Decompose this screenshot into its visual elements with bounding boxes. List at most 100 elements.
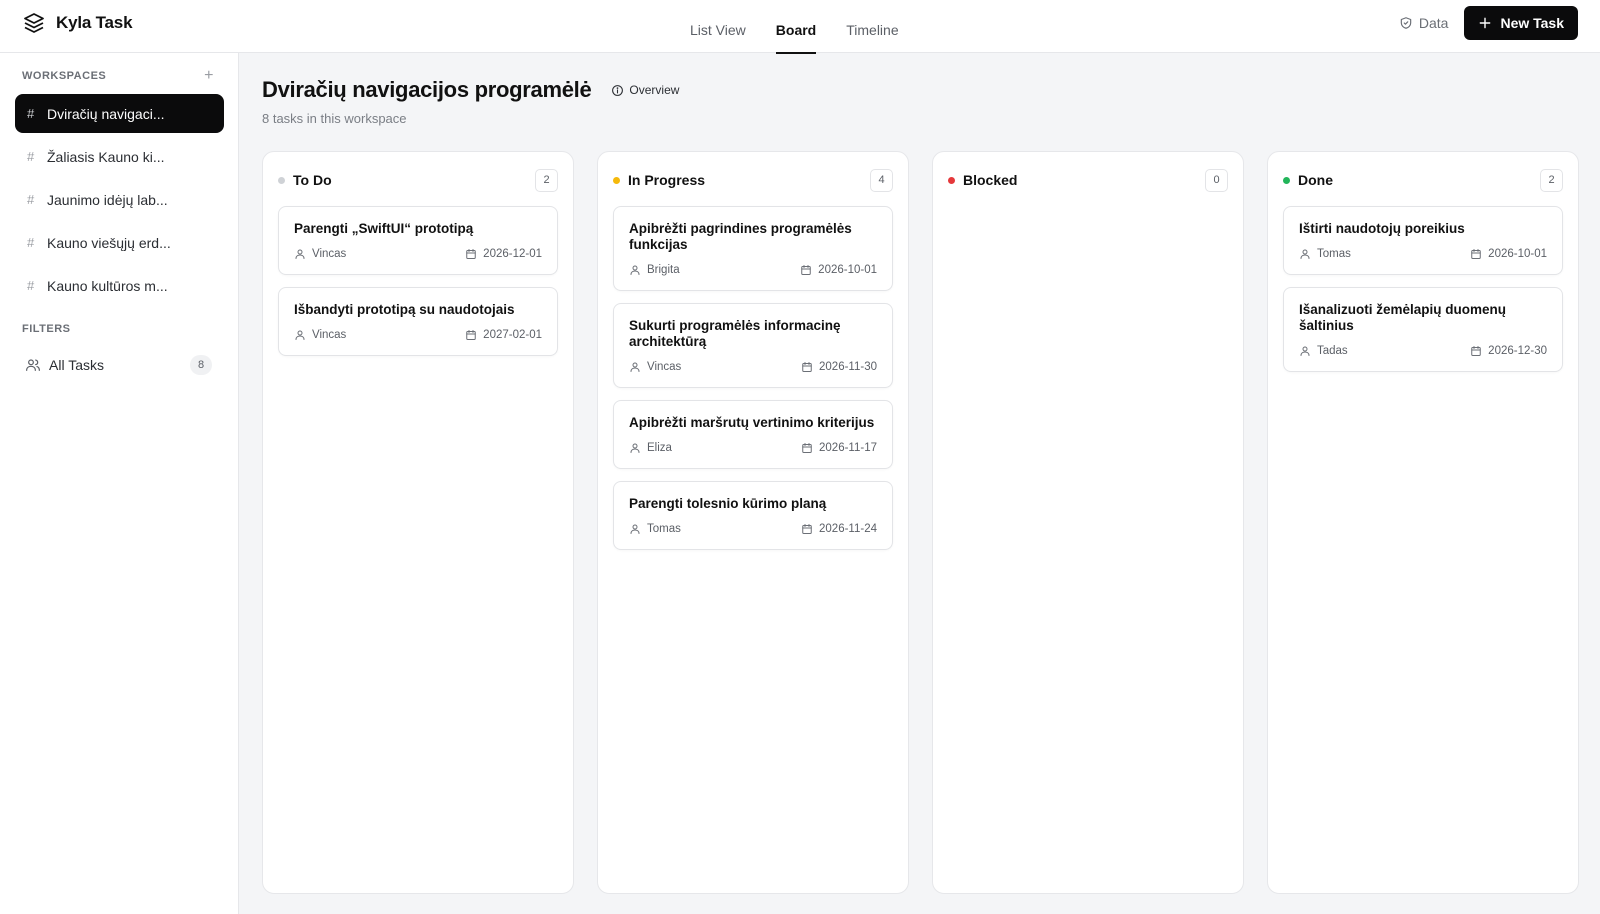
- hash-icon: #: [27, 149, 35, 164]
- user-icon: [630, 524, 640, 534]
- task-assignee: Tomas: [629, 523, 681, 535]
- task-due-date: 2027-02-01: [465, 329, 542, 341]
- sidebar-item-workspace-3[interactable]: # Jaunimo idėjų lab...: [15, 180, 224, 219]
- add-workspace-icon[interactable]: +: [204, 68, 214, 84]
- due-date-value: 2026-12-30: [1488, 345, 1547, 357]
- column-to-do: To Do 2 Parengti „SwiftUI“ prototipą Vincas…: [262, 151, 574, 894]
- due-date-value: 2026-12-01: [483, 248, 542, 260]
- column-blocked: Blocked 0: [932, 151, 1244, 894]
- task-card[interactable]: Išanalizuoti žemėlapių duomenų šaltinius…: [1283, 287, 1563, 372]
- tab-board[interactable]: Board: [775, 0, 817, 54]
- task-due-date: 2026-11-24: [801, 523, 877, 535]
- workspaces-header: WORKSPACES +: [22, 68, 214, 84]
- column-in-progress: In Progress 4 Apibrėžti pagrindines progra…: [597, 151, 909, 894]
- workspace-label: Žaliasis Kauno ki...: [47, 148, 165, 165]
- sidebar-item-workspace-4[interactable]: # Kauno viešųjų erd...: [15, 223, 224, 262]
- task-assignee: Tadas: [1299, 345, 1348, 357]
- task-meta: Vincas 2027-02-01: [294, 329, 542, 341]
- task-due-date: 2026-12-30: [1470, 345, 1547, 357]
- sidebar-item-workspace-5[interactable]: # Kauno kultūros m...: [15, 266, 224, 305]
- calendar-icon: [466, 330, 476, 340]
- task-assignee: Tomas: [1299, 248, 1351, 260]
- column-title: Done: [1298, 172, 1333, 188]
- due-date-value: 2026-10-01: [1488, 248, 1547, 260]
- task-card[interactable]: Parengti tolesnio kūrimo planą Tomas 2026-…: [613, 481, 893, 550]
- task-meta: Brigita 2026-10-01: [629, 264, 877, 276]
- filter-all-tasks[interactable]: All Tasks 8: [15, 350, 224, 380]
- filters-header: FILTERS: [22, 323, 214, 335]
- assignee-name: Tomas: [647, 523, 681, 535]
- tab-list-view[interactable]: List View: [690, 0, 746, 53]
- column-header: In Progress 4: [613, 168, 893, 192]
- task-card[interactable]: Išbandyti prototipą su naudotojais Vincas…: [278, 287, 558, 356]
- task-assignee: Brigita: [629, 264, 680, 276]
- hash-icon: #: [27, 106, 35, 121]
- calendar-icon: [1471, 346, 1481, 356]
- kanban-board: To Do 2 Parengti „SwiftUI“ prototipą Vincas…: [262, 151, 1579, 894]
- view-tabs: List View Board Timeline: [690, 0, 899, 54]
- task-due-date: 2026-12-01: [465, 248, 542, 260]
- task-card[interactable]: Parengti „SwiftUI“ prototipą Vincas 2026-1…: [278, 206, 558, 275]
- sidebar-item-workspace-1[interactable]: # Dviračių navigaci...: [15, 94, 224, 133]
- hash-icon: #: [27, 278, 35, 293]
- calendar-icon: [801, 265, 811, 275]
- workspace-list: # Dviračių navigaci... # Žaliasis Kauno …: [15, 94, 224, 309]
- plus-icon: [1480, 17, 1491, 29]
- task-title: Parengti tolesnio kūrimo planą: [629, 496, 827, 511]
- data-button[interactable]: Data: [1399, 15, 1449, 31]
- title-row: Dviračių navigacijos programėlė Overview: [262, 77, 679, 103]
- header-actions: Data New Task: [1399, 6, 1578, 40]
- task-due-date: 2026-10-01: [1470, 248, 1547, 260]
- filter-count-badge: 8: [190, 355, 212, 375]
- overview-button[interactable]: Overview: [611, 83, 679, 97]
- workspace-label: Kauno viešųjų erd...: [47, 234, 171, 251]
- calendar-icon: [802, 362, 812, 372]
- assignee-name: Vincas: [312, 329, 347, 341]
- user-icon: [295, 330, 305, 340]
- workspace-label: Kauno kultūros m...: [47, 277, 168, 294]
- hash-icon: #: [27, 235, 35, 250]
- task-card[interactable]: Apibrėžti maršrutų vertinimo kriterijus E…: [613, 400, 893, 469]
- column-count-badge: 2: [1540, 168, 1563, 192]
- due-date-value: 2027-02-01: [483, 329, 542, 341]
- data-button-label: Data: [1418, 15, 1449, 31]
- filter-label: All Tasks: [49, 357, 104, 373]
- calendar-icon: [802, 443, 812, 453]
- user-icon: [630, 362, 640, 372]
- column-count-badge: 0: [1205, 168, 1228, 192]
- sidebar-item-workspace-2[interactable]: # Žaliasis Kauno ki...: [15, 137, 224, 176]
- task-title: Apibrėžti pagrindines programėlės funkci…: [629, 221, 852, 252]
- task-card[interactable]: Ištirti naudotojų poreikius Tomas 2026-10-…: [1283, 206, 1563, 275]
- assignee-name: Eliza: [647, 442, 672, 454]
- main-content: Dviračių navigacijos programėlė Overview…: [239, 53, 1600, 914]
- task-due-date: 2026-11-17: [801, 442, 877, 454]
- workspaces-heading: WORKSPACES: [22, 70, 107, 82]
- new-task-button[interactable]: New Task: [1464, 6, 1578, 40]
- new-task-label: New Task: [1500, 15, 1564, 31]
- column-title: To Do: [293, 172, 332, 188]
- task-meta: Tomas 2026-11-24: [629, 523, 877, 535]
- task-meta: Tadas 2026-12-30: [1299, 345, 1547, 357]
- column-title: Blocked: [963, 172, 1018, 188]
- brand[interactable]: Kyla Task: [22, 11, 133, 35]
- calendar-icon: [802, 524, 812, 534]
- assignee-name: Vincas: [647, 361, 682, 373]
- task-meta: Vincas 2026-11-30: [629, 361, 877, 373]
- task-title: Išanalizuoti žemėlapių duomenų šaltinius: [1299, 302, 1507, 333]
- task-meta: Eliza 2026-11-17: [629, 442, 877, 454]
- filters-heading: FILTERS: [22, 323, 71, 335]
- column-header: Done 2: [1283, 168, 1563, 192]
- user-icon: [630, 443, 640, 453]
- app-name: Kyla Task: [56, 13, 133, 32]
- users-icon: [26, 359, 40, 371]
- task-card[interactable]: Apibrėžti pagrindines programėlės funkci…: [613, 206, 893, 291]
- overview-label: Overview: [629, 83, 680, 97]
- status-dot: [1283, 176, 1290, 184]
- status-dot: [613, 176, 620, 184]
- column-title: In Progress: [628, 172, 706, 188]
- tab-timeline[interactable]: Timeline: [846, 0, 898, 53]
- task-due-date: 2026-10-01: [800, 264, 877, 276]
- task-title: Parengti „SwiftUI“ prototipą: [294, 221, 474, 236]
- task-card[interactable]: Sukurti programėlės informacinę architek…: [613, 303, 893, 388]
- shield-check-icon: [1400, 17, 1412, 29]
